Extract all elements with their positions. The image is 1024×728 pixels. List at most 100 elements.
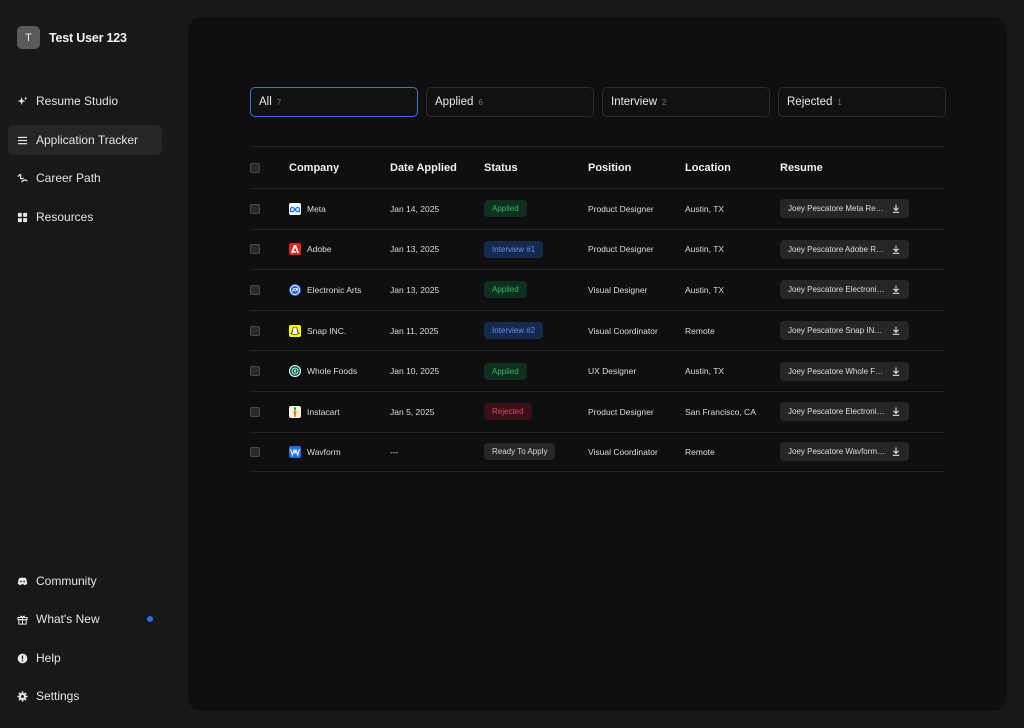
nav-label: Community bbox=[36, 574, 97, 588]
user-profile[interactable]: T Test User 123 bbox=[17, 26, 127, 49]
company-name: Adobe bbox=[307, 244, 332, 255]
table-row[interactable]: Snap INC. Jan 11, 2025 Interview #2 Visu… bbox=[250, 309, 944, 351]
date-applied: Jan 13, 2025 bbox=[390, 284, 440, 295]
position: UX Designer bbox=[588, 366, 637, 377]
table-row[interactable]: Meta Jan 14, 2025 Applied Product Design… bbox=[250, 188, 944, 229]
row-checkbox[interactable] bbox=[250, 244, 260, 255]
select-all-checkbox[interactable] bbox=[250, 162, 260, 173]
date-applied: Jan 10, 2025 bbox=[390, 366, 440, 377]
sidebar: T Test User 123 Resume Studio Applicatio… bbox=[0, 0, 176, 728]
resume-download-button[interactable]: Joey Pescatore Electronic Arts Resume bbox=[780, 280, 909, 300]
location: Remote bbox=[685, 325, 715, 336]
meta-logo-icon bbox=[289, 202, 301, 215]
row-checkbox[interactable] bbox=[250, 446, 260, 457]
header-date-applied[interactable]: Date Applied bbox=[390, 147, 457, 188]
snapchat-logo-icon bbox=[289, 324, 301, 337]
help-icon bbox=[17, 653, 28, 664]
table-row[interactable]: Wavform --- Ready To Apply Visual Coordi… bbox=[250, 431, 944, 473]
company-name: Snap INC. bbox=[307, 325, 347, 336]
date-applied: Jan 11, 2025 bbox=[390, 325, 439, 336]
resume-file-name: Joey Pescatore Electronic Arts Resume bbox=[788, 407, 886, 417]
position: Visual Coordinator bbox=[588, 325, 658, 336]
download-icon bbox=[892, 204, 900, 214]
row-checkbox[interactable] bbox=[250, 366, 260, 377]
nav-community[interactable]: Community bbox=[8, 566, 162, 596]
header-resume[interactable]: Resume bbox=[780, 147, 823, 188]
nav-label: Career Path bbox=[36, 171, 101, 185]
header-location[interactable]: Location bbox=[685, 147, 731, 188]
sparkle-icon bbox=[17, 95, 28, 107]
status-badge: Applied bbox=[484, 200, 527, 218]
row-checkbox[interactable] bbox=[250, 203, 260, 214]
nav-label: Settings bbox=[36, 689, 80, 703]
filter-label: Applied bbox=[435, 96, 474, 108]
location: Austin, TX bbox=[685, 366, 725, 377]
nav-resources[interactable]: Resources bbox=[8, 202, 162, 232]
filter-tab-interview[interactable]: Interview 2 bbox=[602, 87, 770, 117]
main-panel: All 7 Applied 6 Interview 2 Rejected 1 C… bbox=[188, 17, 1007, 711]
filter-count: 6 bbox=[478, 97, 483, 107]
nav-whats-new[interactable]: What's New bbox=[8, 604, 162, 634]
user-name: Test User 123 bbox=[49, 30, 127, 45]
row-checkbox[interactable] bbox=[250, 406, 260, 417]
nav-label: Application Tracker bbox=[36, 133, 139, 147]
grid-icon bbox=[17, 212, 28, 223]
adobe-logo-icon bbox=[289, 243, 301, 256]
resume-download-button[interactable]: Joey Pescatore Whole Foods Resume bbox=[780, 361, 909, 381]
filter-count: 1 bbox=[837, 97, 842, 107]
table-header-row: Company Date Applied Status Position Loc… bbox=[250, 146, 944, 188]
resume-file-name: Joey Pescatore Wavform Resume bbox=[788, 447, 886, 457]
date-applied: Jan 14, 2025 bbox=[390, 203, 440, 214]
nav-career-path[interactable]: Career Path bbox=[8, 163, 162, 193]
wavform-logo-icon bbox=[289, 445, 301, 458]
gift-icon bbox=[17, 614, 28, 625]
status-badge: Rejected bbox=[484, 403, 532, 421]
download-icon bbox=[892, 245, 900, 254]
discord-icon bbox=[17, 576, 28, 587]
location: Austin, TX bbox=[685, 244, 725, 255]
gear-icon bbox=[17, 690, 28, 702]
resume-file-name: Joey Pescatore Adobe Resume bbox=[788, 244, 886, 254]
filter-count: 2 bbox=[662, 97, 667, 107]
resume-download-button[interactable]: Joey Pescatore Adobe Resume bbox=[780, 239, 909, 259]
table-row[interactable]: Adobe Jan 13, 2025 Interview #1 Product … bbox=[250, 228, 944, 270]
nav-resume-studio[interactable]: Resume Studio bbox=[8, 86, 162, 116]
resume-download-button[interactable]: Joey Pescatore Snap INC. Resume bbox=[780, 321, 909, 341]
whole-foods-logo-icon bbox=[289, 365, 301, 378]
table-row[interactable]: Instacart Jan 5, 2025 Rejected Product D… bbox=[250, 390, 944, 432]
download-icon bbox=[892, 367, 900, 376]
position: Product Designer bbox=[588, 203, 654, 214]
header-position[interactable]: Position bbox=[588, 147, 631, 188]
date-applied: Jan 13, 2025 bbox=[390, 244, 440, 255]
row-checkbox[interactable] bbox=[250, 284, 260, 295]
header-company[interactable]: Company bbox=[289, 147, 339, 188]
location: San Francisco, CA bbox=[685, 406, 756, 417]
position: Product Designer bbox=[588, 406, 654, 417]
filter-tab-applied[interactable]: Applied 6 bbox=[426, 87, 594, 117]
table-row[interactable]: Electronic Arts Jan 13, 2025 Applied Vis… bbox=[250, 269, 944, 310]
status-badge: Applied bbox=[484, 281, 527, 299]
filter-tab-rejected[interactable]: Rejected 1 bbox=[778, 87, 946, 117]
row-checkbox[interactable] bbox=[250, 325, 260, 336]
nav-label: What's New bbox=[36, 612, 100, 626]
table-row[interactable]: Whole Foods Jan 10, 2025 Applied UX Desi… bbox=[250, 350, 944, 391]
filter-label: Rejected bbox=[787, 96, 833, 108]
instacart-logo-icon bbox=[289, 405, 301, 418]
resume-download-button[interactable]: Joey Pescatore Meta Resume bbox=[780, 199, 909, 219]
location: Austin, TX bbox=[685, 203, 725, 214]
electronic-arts-logo-icon bbox=[289, 283, 301, 296]
position: Product Designer bbox=[588, 244, 654, 255]
status-badge: Applied bbox=[484, 362, 527, 380]
filter-tab-all[interactable]: All 7 bbox=[250, 87, 418, 117]
resume-download-button[interactable]: Joey Pescatore Wavform Resume bbox=[780, 442, 909, 462]
status-badge: Interview #1 bbox=[484, 240, 544, 258]
download-icon bbox=[892, 285, 900, 295]
header-status[interactable]: Status bbox=[484, 147, 518, 188]
company-name: Meta bbox=[307, 203, 326, 214]
resume-download-button[interactable]: Joey Pescatore Electronic Arts Resume bbox=[780, 402, 909, 422]
nav-settings[interactable]: Settings bbox=[8, 681, 162, 711]
nav-help[interactable]: Help bbox=[8, 643, 162, 673]
applications-table: Company Date Applied Status Position Loc… bbox=[250, 146, 944, 473]
path-icon bbox=[17, 173, 28, 184]
nav-application-tracker[interactable]: Application Tracker bbox=[8, 125, 162, 155]
